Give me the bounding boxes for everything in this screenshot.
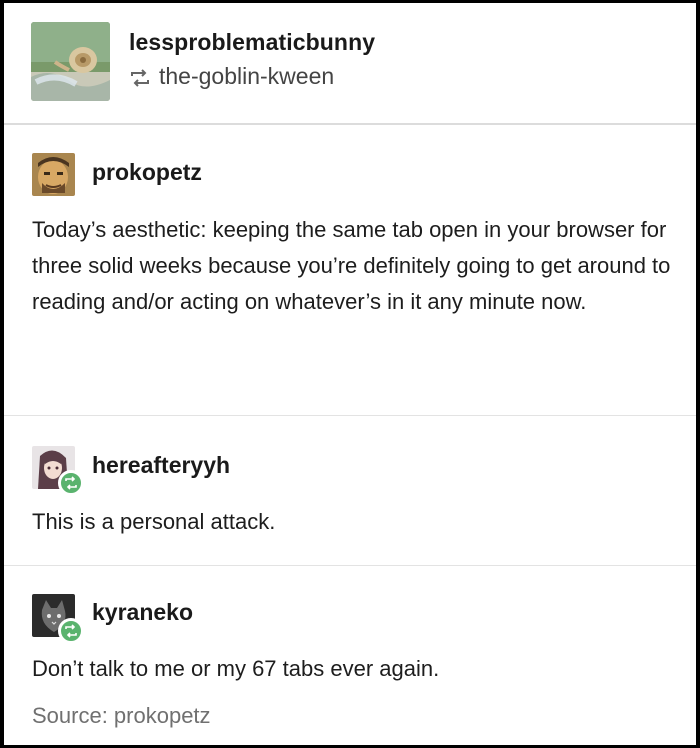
post-text: Today’s aesthetic: keeping the same tab … — [32, 217, 671, 314]
divider — [4, 565, 696, 566]
tumblr-post: lessproblematicbunny the-goblin-kween pr… — [4, 3, 696, 745]
cartoon-man-avatar[interactable] — [32, 153, 75, 196]
header-username[interactable]: lessproblematicbunny — [129, 29, 375, 56]
post-text: This is a personal attack. — [32, 509, 276, 534]
source-link[interactable]: Source: prokopetz — [32, 703, 211, 729]
post-username[interactable]: prokopetz — [92, 159, 202, 186]
reblogged-from[interactable]: the-goblin-kween — [129, 63, 334, 93]
reblog-badge-icon — [58, 618, 84, 644]
reblogged-from-label[interactable]: the-goblin-kween — [159, 63, 334, 89]
post-username[interactable]: kyraneko — [92, 599, 193, 626]
post-username[interactable]: hereafteryyh — [92, 452, 230, 479]
post-header: lessproblematicbunny the-goblin-kween — [4, 3, 696, 125]
divider — [4, 415, 696, 416]
reblog-icon — [129, 66, 151, 93]
reblog-badge-icon — [58, 470, 84, 496]
snail-avatar[interactable] — [31, 22, 110, 101]
post-text: Don’t talk to me or my 67 tabs ever agai… — [32, 656, 440, 681]
